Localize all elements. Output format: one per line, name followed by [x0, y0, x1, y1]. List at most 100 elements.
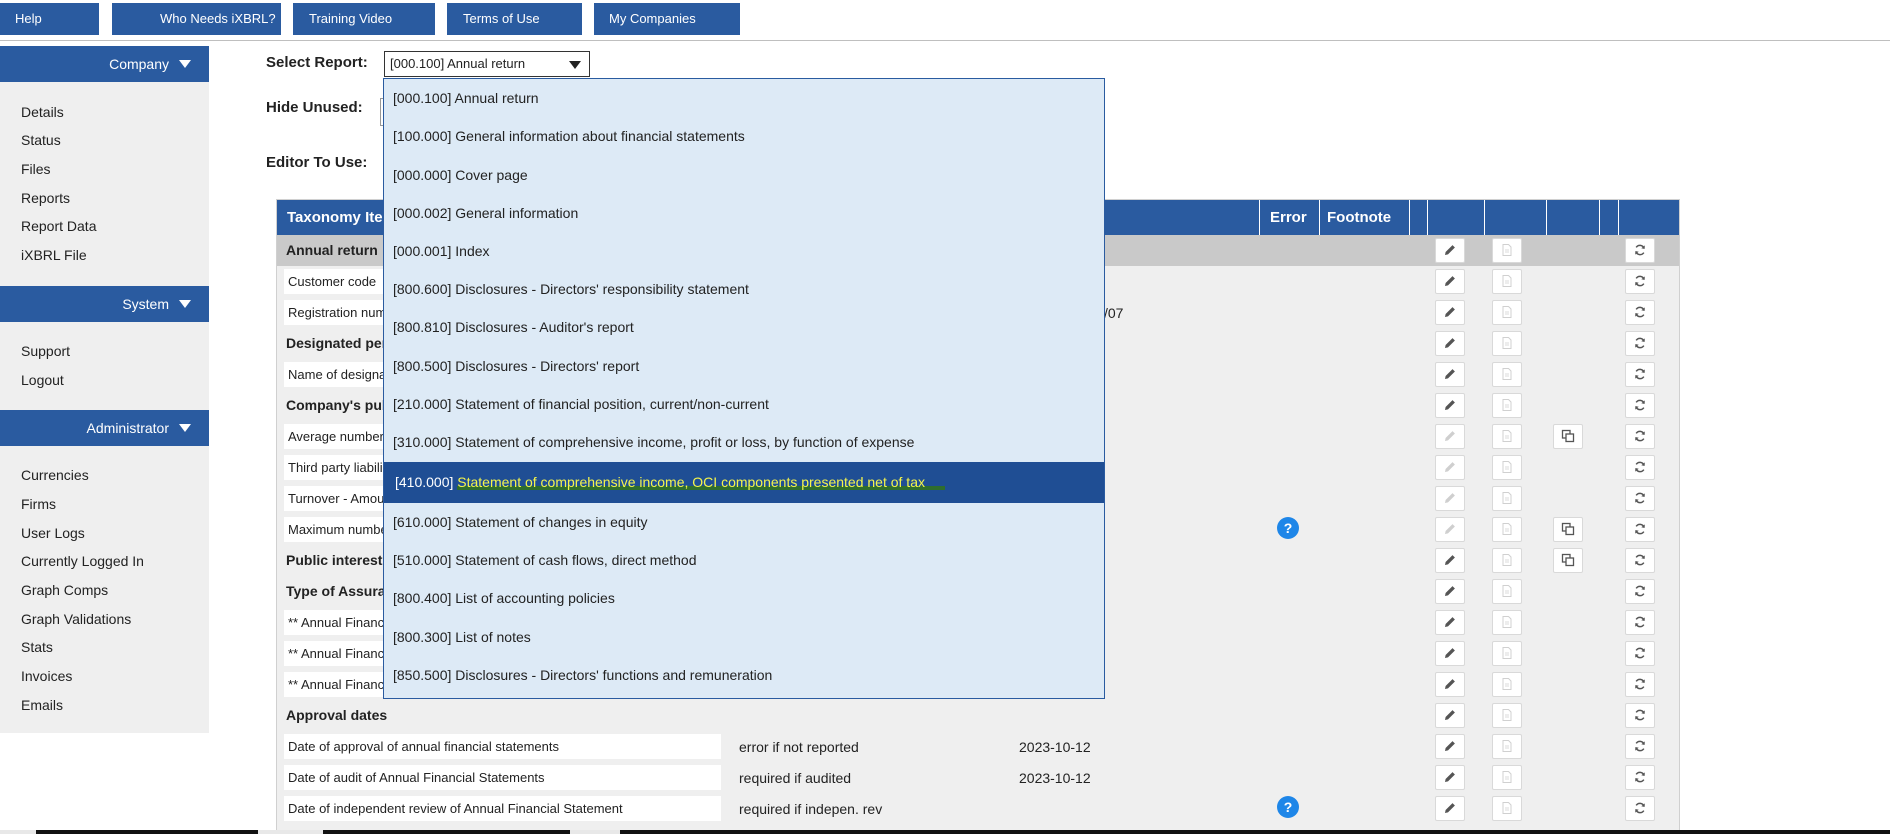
- edit-button[interactable]: [1435, 734, 1465, 759]
- reset-button[interactable]: [1625, 734, 1655, 759]
- edit-button[interactable]: [1435, 455, 1465, 480]
- dropdown-option[interactable]: [610.000] Statement of changes in equity: [384, 503, 1104, 541]
- footnote-button[interactable]: [1492, 269, 1522, 294]
- footnote-button[interactable]: [1492, 579, 1522, 604]
- sidebar-item-report-data[interactable]: Report Data: [21, 218, 96, 234]
- dropdown-option[interactable]: [850.500] Disclosures - Directors' funct…: [384, 656, 1104, 694]
- edit-button[interactable]: [1435, 424, 1465, 449]
- dropdown-option[interactable]: [100.000] General information about fina…: [384, 117, 1104, 155]
- my-companies-button[interactable]: My Companies: [594, 3, 740, 35]
- dropdown-option[interactable]: [510.000] Statement of cash flows, direc…: [384, 541, 1104, 579]
- footnote-button[interactable]: [1492, 610, 1522, 635]
- edit-button[interactable]: [1435, 362, 1465, 387]
- reset-button[interactable]: [1625, 548, 1655, 573]
- edit-button[interactable]: [1435, 331, 1465, 356]
- reset-button[interactable]: [1625, 362, 1655, 387]
- reset-button[interactable]: [1625, 796, 1655, 821]
- reset-button[interactable]: [1625, 238, 1655, 263]
- footnote-button[interactable]: [1492, 300, 1522, 325]
- reset-button[interactable]: [1625, 765, 1655, 790]
- footnote-button[interactable]: [1492, 424, 1522, 449]
- dropdown-option[interactable]: [800.600] Disclosures - Directors' respo…: [384, 270, 1104, 308]
- edit-button[interactable]: [1435, 269, 1465, 294]
- help-icon[interactable]: ?: [1277, 796, 1299, 818]
- sidebar-item-reports[interactable]: Reports: [21, 190, 70, 206]
- dropdown-option[interactable]: [000.000] Cover page: [384, 156, 1104, 194]
- sidebar-item-details[interactable]: Details: [21, 104, 64, 120]
- footnote-button[interactable]: [1492, 703, 1522, 728]
- footnote-button[interactable]: [1492, 331, 1522, 356]
- sidebar-item-invoices[interactable]: Invoices: [21, 668, 72, 684]
- dropdown-option[interactable]: [000.002] General information: [384, 194, 1104, 232]
- sidebar-item-support[interactable]: Support: [21, 343, 70, 359]
- footnote-button[interactable]: [1492, 486, 1522, 511]
- help-icon[interactable]: ?: [1277, 517, 1299, 539]
- edit-button[interactable]: [1435, 765, 1465, 790]
- sidebar-header-company[interactable]: Company: [0, 46, 209, 82]
- reset-button[interactable]: [1625, 455, 1655, 480]
- dropdown-option[interactable]: [800.400] List of accounting policies: [384, 579, 1104, 617]
- footnote-button[interactable]: [1492, 796, 1522, 821]
- reset-button[interactable]: [1625, 424, 1655, 449]
- reset-button[interactable]: [1625, 269, 1655, 294]
- reset-button[interactable]: [1625, 486, 1655, 511]
- sidebar-item-currencies[interactable]: Currencies: [21, 467, 89, 483]
- select-report-dropdown[interactable]: [000.100] Annual return: [384, 51, 590, 77]
- edit-button[interactable]: [1435, 548, 1465, 573]
- reset-button[interactable]: [1625, 393, 1655, 418]
- terms-of-use-button[interactable]: Terms of Use: [447, 3, 582, 35]
- edit-button[interactable]: [1435, 517, 1465, 542]
- footnote-button[interactable]: [1492, 672, 1522, 697]
- footnote-button[interactable]: [1492, 362, 1522, 387]
- sidebar-item-user-logs[interactable]: User Logs: [21, 525, 85, 541]
- sidebar-header-administrator[interactable]: Administrator: [0, 410, 209, 446]
- sidebar-item-graph-validations[interactable]: Graph Validations: [21, 611, 131, 627]
- dropdown-option[interactable]: [310.000] Statement of comprehensive inc…: [384, 423, 1104, 461]
- edit-button[interactable]: [1435, 641, 1465, 666]
- footnote-button[interactable]: [1492, 765, 1522, 790]
- sidebar-header-system[interactable]: System: [0, 286, 209, 322]
- dropdown-option[interactable]: [410.000] Statement of comprehensive inc…: [384, 462, 1104, 503]
- sidebar-item-firms[interactable]: Firms: [21, 496, 56, 512]
- who-needs-ixbrl-button[interactable]: Who Needs iXBRL?: [112, 3, 281, 35]
- edit-button[interactable]: [1435, 672, 1465, 697]
- reset-button[interactable]: [1625, 579, 1655, 604]
- help-button[interactable]: Help: [0, 3, 99, 35]
- footnote-button[interactable]: [1492, 548, 1522, 573]
- reset-button[interactable]: [1625, 641, 1655, 666]
- training-video-button[interactable]: Training Video: [293, 3, 435, 35]
- edit-button[interactable]: [1435, 486, 1465, 511]
- edit-button[interactable]: [1435, 238, 1465, 263]
- edit-button[interactable]: [1435, 300, 1465, 325]
- copy-button[interactable]: [1553, 424, 1583, 449]
- sidebar-item-stats[interactable]: Stats: [21, 639, 53, 655]
- sidebar-item-ixbrl-file[interactable]: iXBRL File: [21, 247, 87, 263]
- reset-button[interactable]: [1625, 672, 1655, 697]
- edit-button[interactable]: [1435, 579, 1465, 604]
- reset-button[interactable]: [1625, 610, 1655, 635]
- sidebar-item-graph-comps[interactable]: Graph Comps: [21, 582, 108, 598]
- reset-button[interactable]: [1625, 703, 1655, 728]
- footnote-button[interactable]: [1492, 517, 1522, 542]
- dropdown-option[interactable]: [800.810] Disclosures - Auditor's report: [384, 308, 1104, 346]
- edit-button[interactable]: [1435, 703, 1465, 728]
- sidebar-item-emails[interactable]: Emails: [21, 697, 63, 713]
- sidebar-item-logout[interactable]: Logout: [21, 372, 64, 388]
- dropdown-option[interactable]: [210.000] Statement of financial positio…: [384, 385, 1104, 423]
- dropdown-option[interactable]: [800.300] List of notes: [384, 618, 1104, 656]
- copy-button[interactable]: [1553, 517, 1583, 542]
- reset-button[interactable]: [1625, 517, 1655, 542]
- edit-button[interactable]: [1435, 796, 1465, 821]
- copy-button[interactable]: [1553, 548, 1583, 573]
- edit-button[interactable]: [1435, 393, 1465, 418]
- footnote-button[interactable]: [1492, 455, 1522, 480]
- sidebar-item-currently-logged-in[interactable]: Currently Logged In: [21, 553, 144, 569]
- sidebar-item-status[interactable]: Status: [21, 132, 61, 148]
- dropdown-option[interactable]: [000.100] Annual return: [384, 79, 1104, 117]
- sidebar-item-files[interactable]: Files: [21, 161, 51, 177]
- reset-button[interactable]: [1625, 331, 1655, 356]
- footnote-button[interactable]: [1492, 238, 1522, 263]
- reset-button[interactable]: [1625, 300, 1655, 325]
- dropdown-option[interactable]: [000.001] Index: [384, 232, 1104, 270]
- edit-button[interactable]: [1435, 610, 1465, 635]
